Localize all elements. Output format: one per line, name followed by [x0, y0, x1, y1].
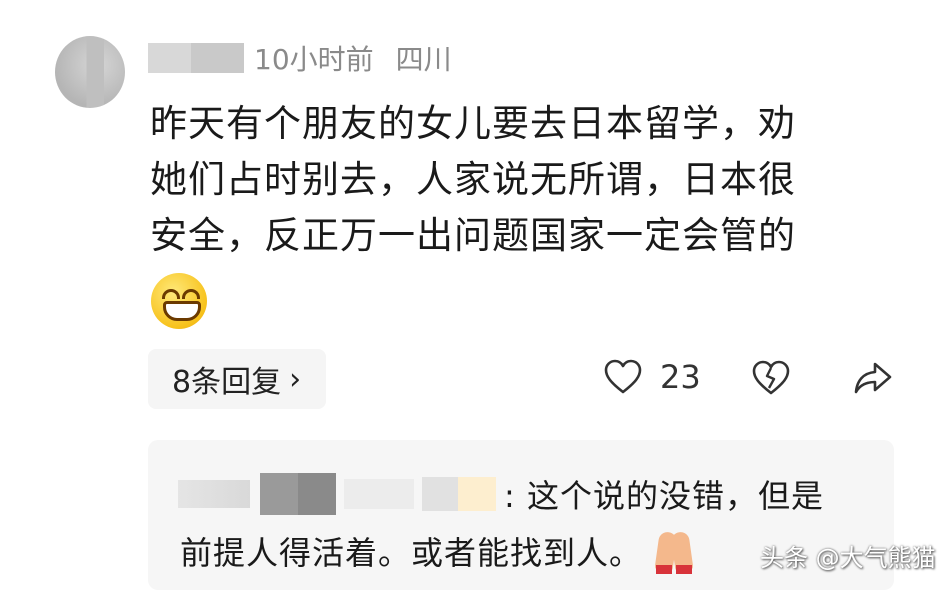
reply-name-blurred: [422, 477, 458, 511]
username-blurred[interactable]: [148, 43, 244, 73]
replies-count-label: 8条回复: [172, 365, 282, 400]
share-arrow-icon: [854, 362, 892, 394]
grin-emoji-icon: [151, 273, 207, 329]
comment-location: 四川: [395, 43, 452, 76]
share-button[interactable]: [853, 360, 893, 400]
reply-name-blurred: [458, 477, 496, 511]
reply-text-line2: 前提人得活着。或者能找到人。: [180, 528, 698, 574]
comment-meta: 10小时前 四川: [148, 40, 452, 76]
chevron-right-icon: ›: [289, 361, 302, 397]
dislike-button[interactable]: [751, 360, 791, 400]
heart-icon: [604, 359, 642, 394]
broken-heart-icon: [752, 360, 790, 395]
reply-username-blurred[interactable]: [178, 480, 250, 508]
comment-line: 昨天有个朋友的女儿要去日本留学，劝: [150, 102, 796, 145]
praying-hands-icon: [652, 528, 698, 574]
reply-avatar-blurred: [260, 473, 336, 515]
reply-text: : 这个说的没错，但是: [504, 477, 824, 515]
comment-time: 10小时前: [254, 43, 374, 76]
like-button[interactable]: 23: [604, 358, 701, 396]
reply-text: 前提人得活着。或者能找到人。: [180, 534, 643, 572]
reply-name-blurred: [344, 479, 414, 509]
comment-body: 昨天有个朋友的女儿要去日本留学，劝 她们占时别去，人家说无所谓，日本很 安全，反…: [150, 96, 880, 264]
user-avatar[interactable]: [55, 36, 125, 108]
comment-line: 她们占时别去，人家说无所谓，日本很: [150, 158, 796, 201]
like-count: 23: [660, 358, 701, 396]
watermark: 头条 @大气熊猫: [760, 544, 936, 572]
view-replies-button[interactable]: 8条回复 ›: [148, 349, 326, 409]
reply-header: : 这个说的没错，但是: [178, 470, 824, 518]
comment-line: 安全，反正万一出问题国家一定会管的: [150, 214, 796, 257]
